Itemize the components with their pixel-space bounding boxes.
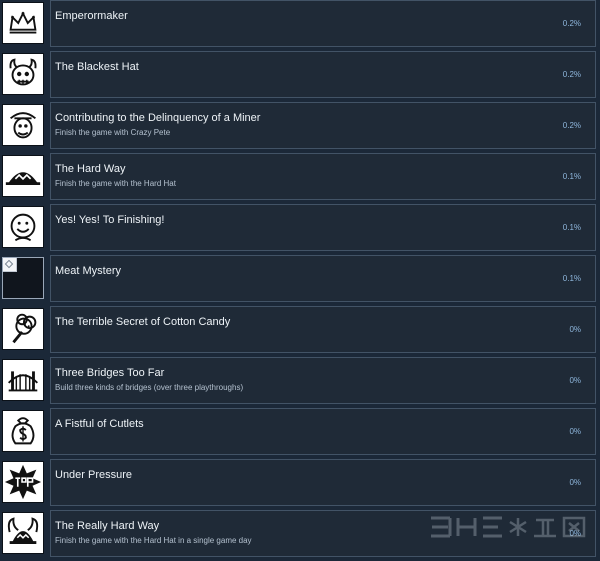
achievement-percent: 0.2%: [562, 19, 581, 28]
achievement-panel: The Blackest Hat 0.2%: [50, 51, 596, 98]
achievement-description: Finish the game with the Hard Hat: [55, 179, 176, 188]
achievement-panel: Three Bridges Too Far Build three kinds …: [50, 357, 596, 404]
achievement-percent: 0.2%: [562, 70, 581, 79]
achievement-row[interactable]: Meat Mystery 0.1%: [0, 255, 600, 306]
achievement-panel: Meat Mystery 0.1%: [50, 255, 596, 302]
achievement-title: Three Bridges Too Far: [55, 367, 165, 379]
pop-burst-icon: [2, 461, 44, 503]
achievement-description: Build three kinds of bridges (over three…: [55, 383, 244, 392]
achievement-percent: 0%: [569, 427, 581, 436]
achievement-percent: 0.1%: [562, 223, 581, 232]
achievement-panel: The Hard Way Finish the game with the Ha…: [50, 153, 596, 200]
achievement-panel: Under Pressure 0%: [50, 459, 596, 506]
achievement-panel: Emperormaker 0.2%: [50, 0, 596, 47]
smiley-icon: [2, 206, 44, 248]
achievement-percent: 0%: [569, 478, 581, 487]
cotton-candy-icon: [2, 308, 44, 350]
achievement-panel: Contributing to the Delinquency of a Min…: [50, 102, 596, 149]
achievement-row[interactable]: A Fistful of Cutlets 0%: [0, 408, 600, 459]
achievement-row[interactable]: The Hard Way Finish the game with the Ha…: [0, 153, 600, 204]
achievement-description: Finish the game with Crazy Pete: [55, 128, 171, 137]
hard-hat-icon: [2, 155, 44, 197]
money-bag-icon: [2, 410, 44, 452]
achievement-title: The Really Hard Way: [55, 520, 160, 532]
achievement-title: The Terrible Secret of Cotton Candy: [55, 316, 231, 328]
achievement-title: Yes! Yes! To Finishing!: [55, 214, 165, 226]
watermark-logo: [431, 516, 586, 538]
achievement-percent: 0%: [569, 376, 581, 385]
achievement-percent: 0%: [569, 325, 581, 334]
achievement-row[interactable]: The Blackest Hat 0.2%: [0, 51, 600, 102]
achievement-title: Meat Mystery: [55, 265, 122, 277]
achievement-title: Contributing to the Delinquency of a Min…: [55, 112, 261, 124]
achievement-list: Emperormaker 0.2% The Blackest Hat 0.2%: [0, 0, 600, 557]
achievement-percent: 0.1%: [562, 172, 581, 181]
viking-skull-icon: [2, 53, 44, 95]
achievement-title: Emperormaker: [55, 10, 128, 22]
broken-image-icon: [2, 257, 44, 299]
achievement-title: The Blackest Hat: [55, 61, 139, 73]
achievement-percent: 0.1%: [562, 274, 581, 283]
crazy-pete-icon: [2, 104, 44, 146]
achievement-row[interactable]: Contributing to the Delinquency of a Min…: [0, 102, 600, 153]
achievement-row[interactable]: Three Bridges Too Far Build three kinds …: [0, 357, 600, 408]
achievement-title: A Fistful of Cutlets: [55, 418, 144, 430]
achievement-title: The Hard Way: [55, 163, 126, 175]
achievement-row[interactable]: Under Pressure 0%: [0, 459, 600, 510]
broken-image-marker: [3, 258, 17, 272]
achievement-row[interactable]: Emperormaker 0.2%: [0, 0, 600, 51]
achievement-title: Under Pressure: [55, 469, 133, 481]
achievement-row[interactable]: Yes! Yes! To Finishing! 0.1%: [0, 204, 600, 255]
achievement-row[interactable]: The Terrible Secret of Cotton Candy 0%: [0, 306, 600, 357]
viking-helmet-icon: [2, 512, 44, 554]
achievement-description: Finish the game with the Hard Hat in a s…: [55, 536, 252, 545]
achievement-panel: Yes! Yes! To Finishing! 0.1%: [50, 204, 596, 251]
achievement-panel: A Fistful of Cutlets 0%: [50, 408, 596, 455]
crown-icon: [2, 2, 44, 44]
achievement-percent: 0.2%: [562, 121, 581, 130]
bridge-icon: [2, 359, 44, 401]
achievement-panel: The Terrible Secret of Cotton Candy 0%: [50, 306, 596, 353]
